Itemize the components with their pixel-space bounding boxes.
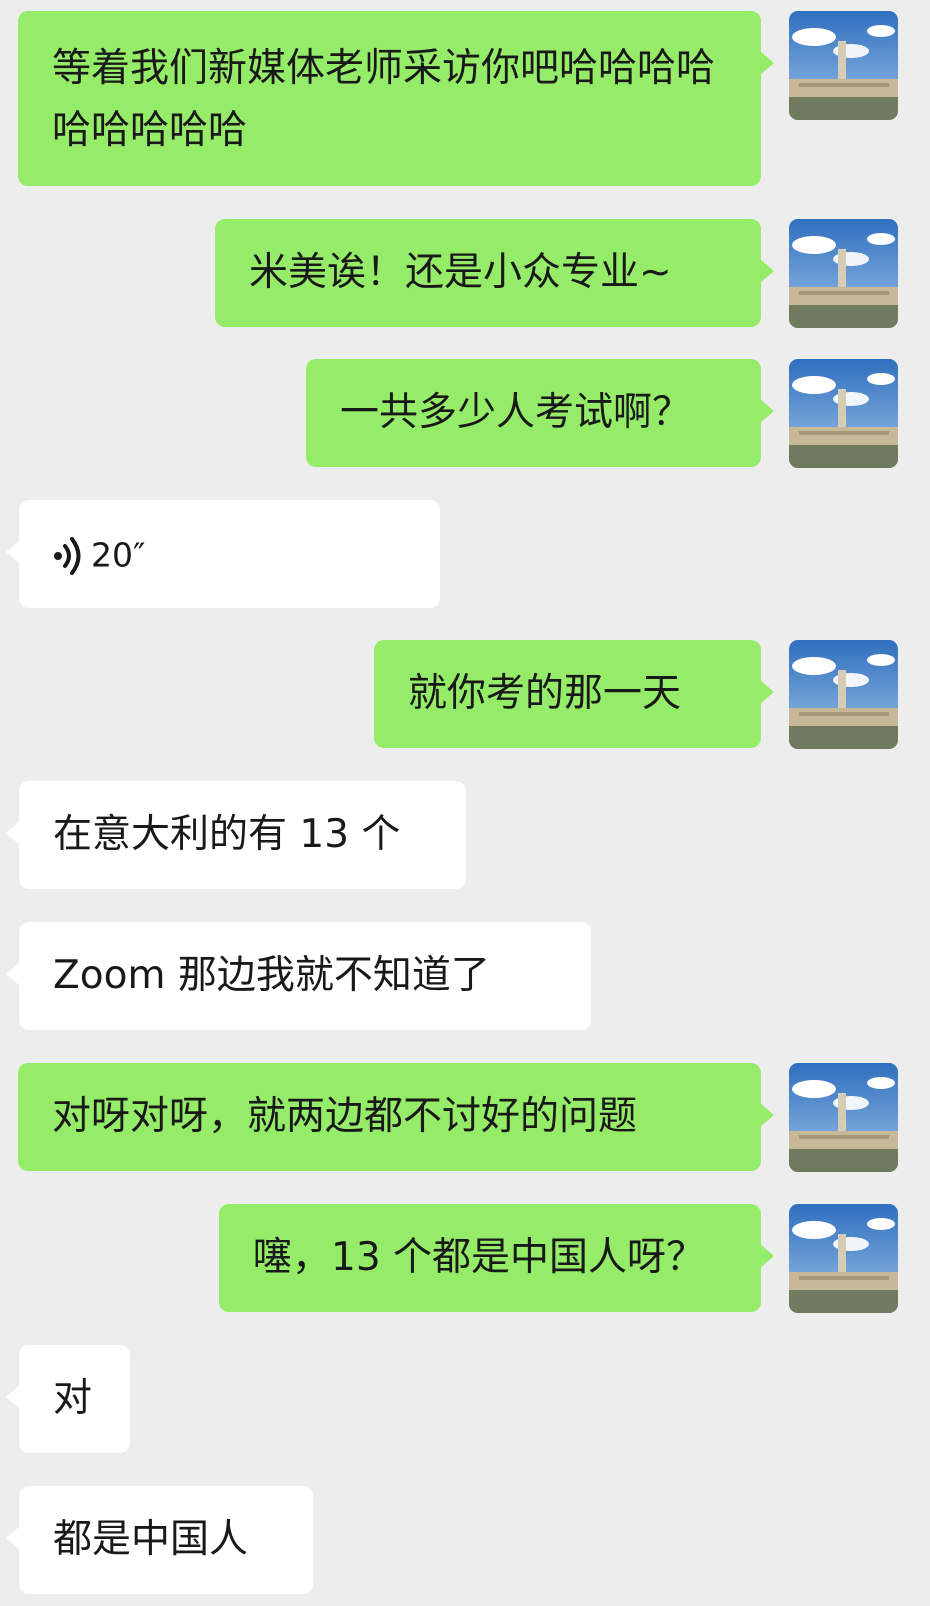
- message-text: 都是中国人: [53, 1517, 249, 1562]
- avatar[interactable]: [789, 11, 898, 120]
- voice-message-bubble[interactable]: 20″: [6, 500, 440, 608]
- message-bubble-other[interactable]: 都是中国人: [6, 1486, 313, 1594]
- avatar[interactable]: [789, 359, 898, 468]
- avatar-image: [789, 1204, 898, 1313]
- message-bubble-self[interactable]: 就你考的那一天: [374, 640, 774, 748]
- message-bubble-other[interactable]: Zoom 那边我就不知道了: [6, 922, 591, 1030]
- avatar[interactable]: [789, 1204, 898, 1313]
- message-text: 在意大利的有 13 个: [53, 812, 401, 857]
- message-bubble-self[interactable]: 等着我们新媒体老师采访你吧哈哈哈哈哈哈哈哈哈: [18, 11, 774, 186]
- avatar[interactable]: [789, 1063, 898, 1172]
- message-bubble-other[interactable]: 对: [6, 1345, 130, 1453]
- message-bubble-other[interactable]: 在意大利的有 13 个: [6, 781, 466, 889]
- message-text: 噻，13 个都是中国人呀？: [253, 1235, 706, 1280]
- message-text: 等着我们新媒体老师采访你吧哈哈哈哈哈哈哈哈哈: [52, 46, 716, 153]
- message-text: Zoom 那边我就不知道了: [53, 953, 490, 998]
- avatar[interactable]: [789, 640, 898, 749]
- message-text: 就你考的那一天: [408, 671, 682, 716]
- message-text: 米美诶！还是小众专业~: [249, 250, 672, 295]
- avatar-image: [789, 640, 898, 749]
- message-bubble-self[interactable]: 米美诶！还是小众专业~: [215, 219, 774, 327]
- message-text: 对: [53, 1376, 93, 1421]
- chat-area: 等着我们新媒体老师采访你吧哈哈哈哈哈哈哈哈哈 米美诶！还是小众专业~ 一共多少人…: [0, 0, 930, 1606]
- message-bubble-self[interactable]: 噻，13 个都是中国人呀？: [219, 1204, 774, 1312]
- voice-wave-icon: [54, 536, 81, 575]
- message-text: 对呀对呀，就两边都不讨好的问题: [52, 1094, 638, 1139]
- avatar-image: [789, 11, 898, 120]
- avatar-image: [789, 1063, 898, 1172]
- avatar-image: [789, 359, 898, 468]
- message-text: 一共多少人考试啊？: [340, 390, 692, 435]
- voice-duration: 20″: [91, 535, 146, 575]
- message-bubble-self[interactable]: 一共多少人考试啊？: [306, 359, 774, 467]
- avatar[interactable]: [789, 219, 898, 328]
- message-bubble-self[interactable]: 对呀对呀，就两边都不讨好的问题: [18, 1063, 774, 1171]
- avatar-image: [789, 219, 898, 328]
